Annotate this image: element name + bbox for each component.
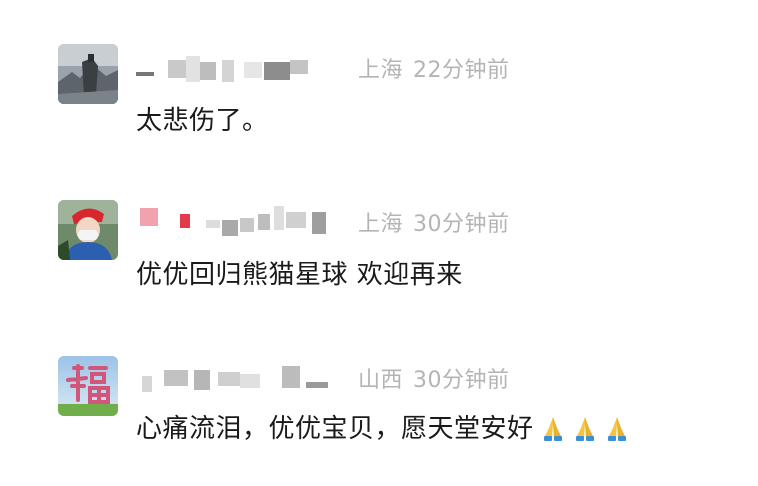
avatar-photo-icon [58, 44, 118, 104]
comment-time: 22分钟前 [413, 58, 510, 83]
fu-character-avatar-icon [58, 356, 118, 416]
folded-hands-icon [575, 417, 594, 441]
user-avatar[interactable] [58, 44, 118, 104]
folded-hands-icon [543, 417, 562, 441]
comment-text: 心痛流泪，优优宝贝，愿天堂安好 [136, 408, 630, 445]
username-blurred [136, 56, 336, 86]
username-blurred [136, 362, 336, 392]
comment-location: 上海 [358, 212, 404, 237]
username-blurred [136, 206, 336, 236]
avatar-photo-icon [58, 200, 118, 260]
comment-text-body: 心痛流泪，优优宝贝，愿天堂安好 [136, 414, 534, 444]
comment-meta: 上海 22分钟前 [358, 52, 510, 84]
comment-location: 上海 [358, 58, 404, 83]
comment-meta: 山西 30分钟前 [358, 362, 510, 394]
comment-text: 优优回归熊猫星球 欢迎再来 [136, 260, 463, 290]
user-avatar[interactable] [58, 356, 118, 416]
user-avatar[interactable] [58, 200, 118, 260]
comment-location: 山西 [358, 368, 404, 393]
folded-hands-icon [607, 417, 626, 441]
comment-text: 太悲伤了。 [136, 106, 269, 136]
comment-meta: 上海 30分钟前 [358, 206, 510, 238]
comment-time: 30分钟前 [413, 212, 510, 237]
comment-time: 30分钟前 [413, 368, 510, 393]
